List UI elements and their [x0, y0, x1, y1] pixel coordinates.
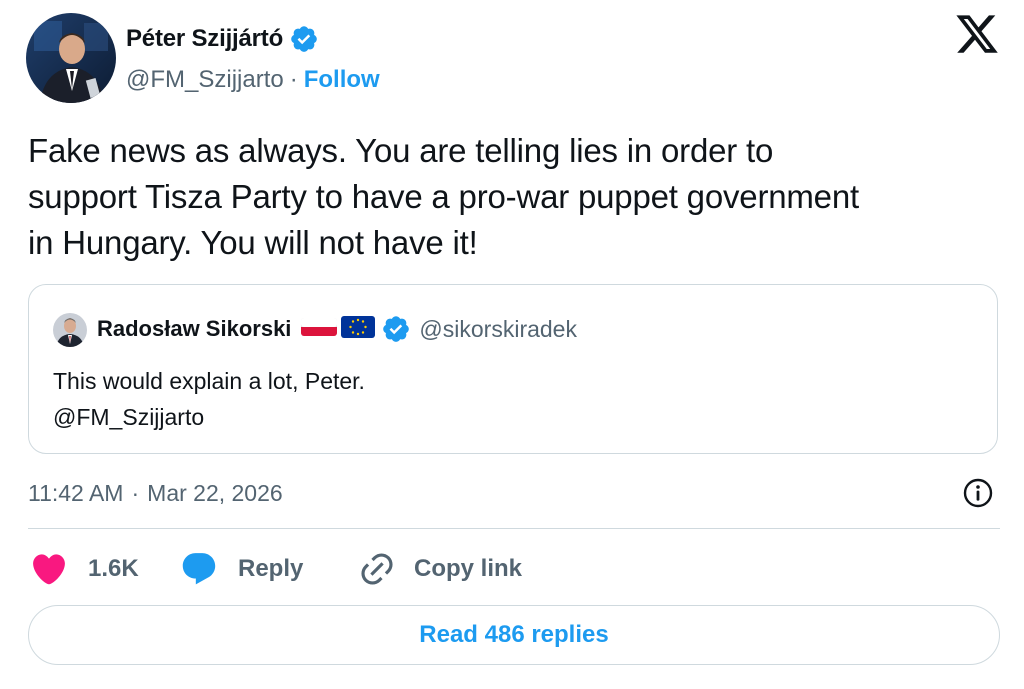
tweet-text: Fake news as always. You are telling lie…: [28, 128, 1003, 266]
copy-link-label: Copy link: [414, 555, 523, 582]
divider: [28, 528, 1000, 529]
tweet-text-line: in Hungary. You will not have it!: [28, 224, 478, 261]
poland-flag-icon: [301, 316, 338, 343]
separator-dot: ·: [131, 479, 140, 506]
quoted-tweet[interactable]: Radosław Sikorski @sikorskiradek This wo…: [28, 284, 998, 454]
quoted-author-avatar[interactable]: [53, 313, 87, 347]
quoted-tweet-mention: @FM_Szijjarto: [53, 404, 205, 430]
heart-icon: [30, 550, 68, 588]
author-name[interactable]: Péter Szijjártó: [126, 25, 283, 53]
quoted-author-handle[interactable]: @sikorskiradek: [419, 316, 577, 343]
like-button[interactable]: 1.6K: [30, 550, 180, 588]
read-replies-button[interactable]: Read 486 replies: [28, 605, 1000, 665]
tweet-actions: 1.6K Reply Copy link: [30, 548, 522, 590]
quoted-tweet-line: This would explain a lot, Peter.: [53, 368, 365, 394]
tweet-text-line: support Tisza Party to have a pro-war pu…: [28, 178, 859, 215]
reply-label: Reply: [238, 555, 304, 582]
verified-badge-icon: [381, 314, 411, 344]
copy-link-button[interactable]: Copy link: [358, 550, 522, 588]
tweet-time: 11:42 AM: [28, 479, 124, 506]
quoted-tweet-text: This would explain a lot, Peter. @FM_Szi…: [53, 363, 365, 435]
x-logo-icon[interactable]: [954, 14, 1000, 58]
tweet-timestamp[interactable]: 11:42 AM · Mar 22, 2026: [28, 478, 283, 508]
reply-button[interactable]: Reply: [180, 550, 358, 588]
verified-badge-icon: [289, 24, 319, 54]
info-icon[interactable]: [962, 477, 994, 509]
reply-bubble-icon: [180, 550, 218, 588]
tweet-text-line: Fake news as always. You are telling lie…: [28, 132, 774, 169]
author-avatar[interactable]: [26, 13, 116, 103]
separator-dot: ·: [289, 66, 298, 93]
author-handle[interactable]: @FM_Szijjarto: [126, 66, 284, 94]
quoted-author-name[interactable]: Radosław Sikorski: [97, 316, 291, 342]
like-count: 1.6K: [88, 555, 139, 582]
follow-button[interactable]: Follow: [304, 66, 380, 94]
tweet-date: Mar 22, 2026: [147, 479, 283, 506]
link-icon: [358, 550, 396, 588]
eu-flag-icon: [341, 315, 376, 344]
